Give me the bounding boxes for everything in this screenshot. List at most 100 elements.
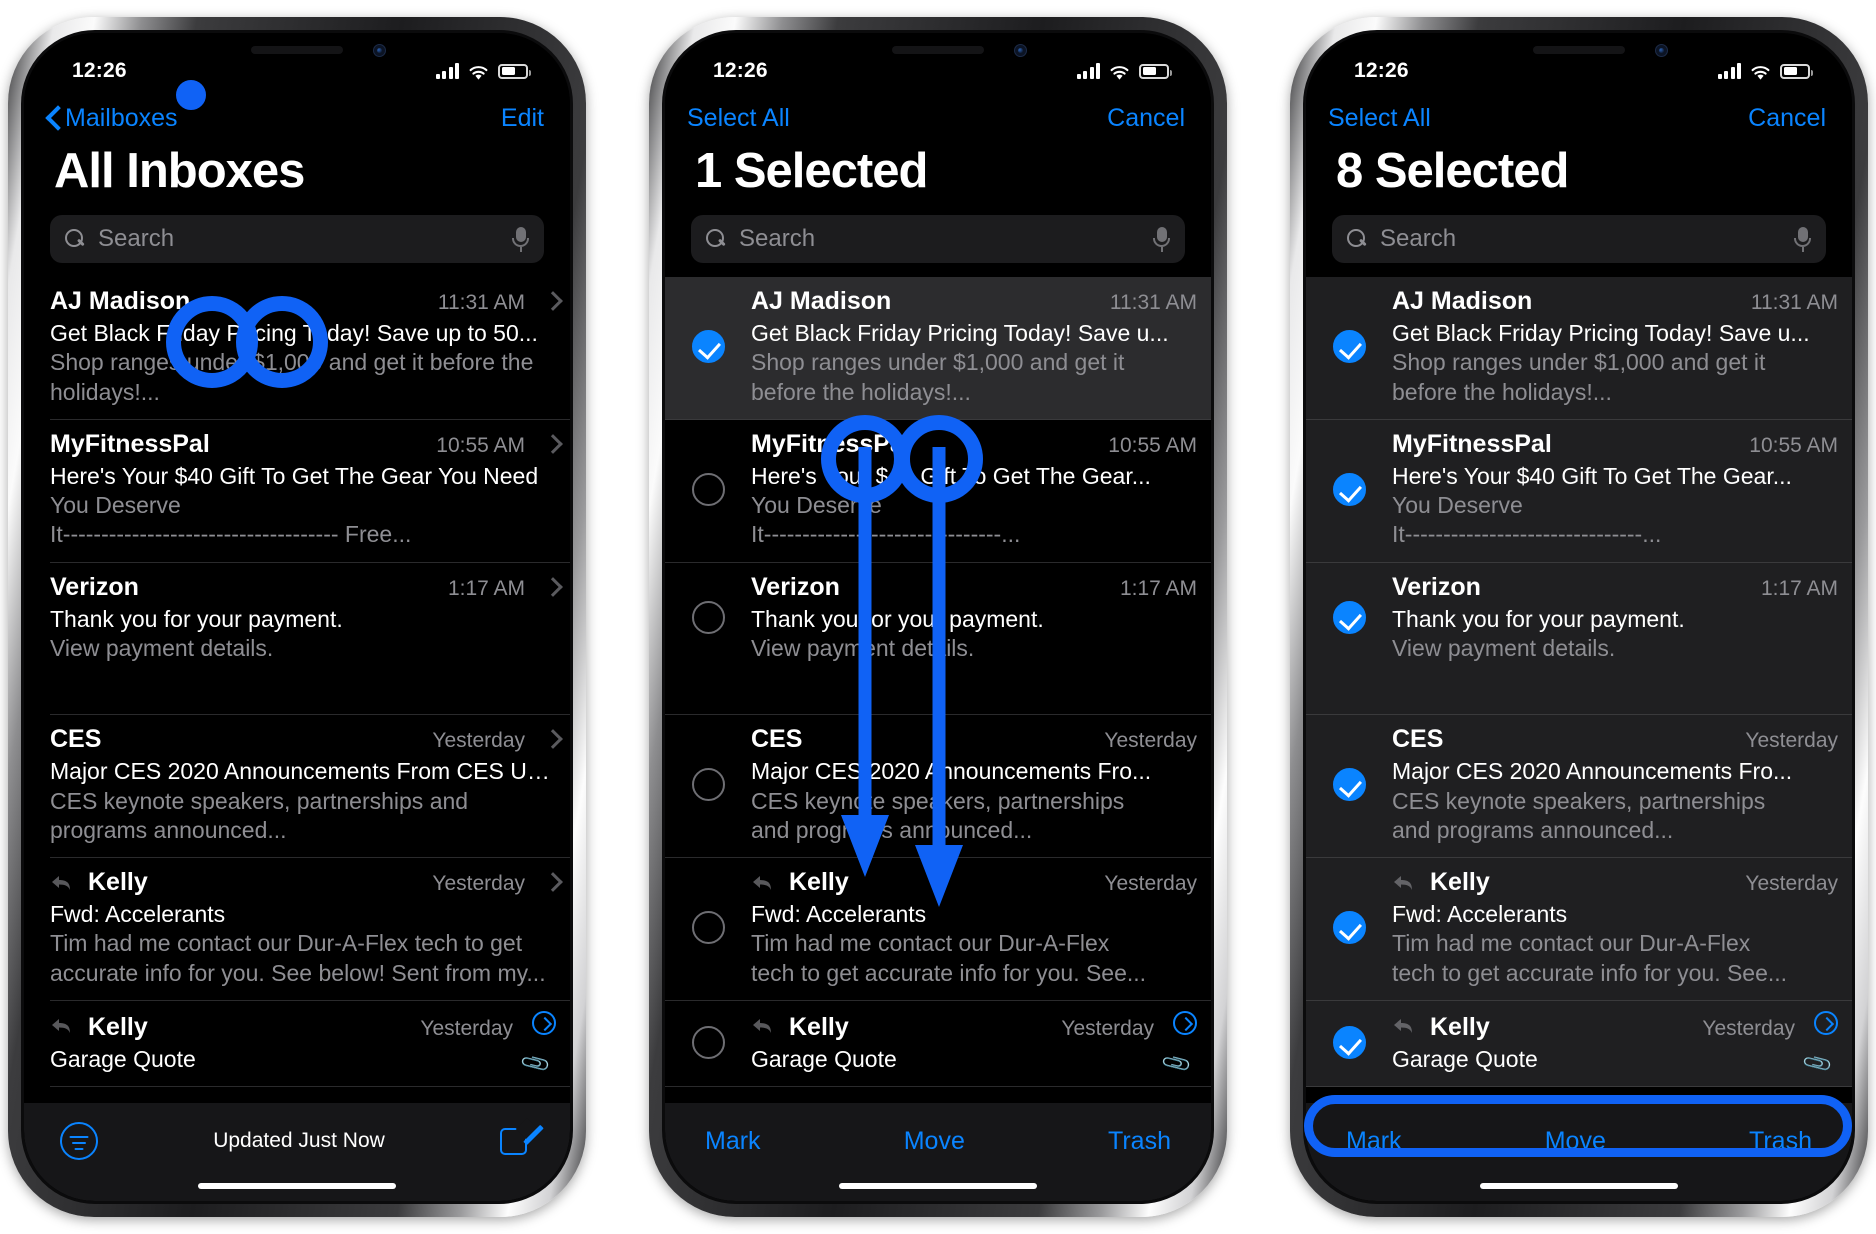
- table-row[interactable]: MyFitnessPal 10:55 AM Here's Your $40 Gi…: [50, 420, 570, 563]
- microphone-icon[interactable]: [1794, 226, 1811, 252]
- email-content: Verizon 1:17 AM Thank you for your payme…: [1392, 573, 1852, 663]
- filter-icon[interactable]: [60, 1122, 98, 1160]
- trash-button[interactable]: Trash: [1108, 1127, 1171, 1156]
- table-row[interactable]: Verizon 1:17 AM Thank you for your payme…: [50, 563, 570, 716]
- chevron-right-circle-icon: [1173, 1010, 1197, 1035]
- table-row[interactable]: Kelly Yesterday Garage Quote 📎: [1306, 1000, 1852, 1088]
- nav-bar: Select All Cancel: [665, 91, 1211, 145]
- email-sender: AJ Madison: [1392, 287, 1533, 315]
- email-sender: AJ Madison: [50, 287, 191, 315]
- table-row[interactable]: Kelly Yesterday Garage Quote 📎: [50, 1001, 570, 1088]
- home-indicator[interactable]: [1480, 1183, 1678, 1189]
- table-row[interactable]: Kelly Yesterday Fwd: Accelerants Tim had…: [50, 858, 570, 1001]
- email-sender: AJ Madison: [751, 287, 892, 315]
- email-header: Verizon 1:17 AM: [50, 573, 556, 602]
- email-preview-line2: and programs announced...: [1392, 816, 1674, 843]
- edit-button[interactable]: Edit: [501, 104, 544, 133]
- chevron-right-icon: [546, 578, 556, 595]
- email-preview-line2: holidays!...: [50, 378, 160, 405]
- home-indicator[interactable]: [839, 1183, 1037, 1189]
- email-time: 11:31 AM: [1109, 291, 1197, 314]
- phone-eight-selected: 12:26 Select All Cancel 8 Selected Searc…: [1290, 17, 1868, 1217]
- page-title: 1 Selected: [695, 144, 928, 198]
- row-checkbox[interactable]: [665, 1011, 751, 1073]
- table-row[interactable]: MyFitnessPal 10:55 AM Here's Your $40 Gi…: [1306, 419, 1852, 563]
- search-input[interactable]: Search: [691, 215, 1185, 263]
- move-button[interactable]: Move: [1545, 1127, 1606, 1156]
- table-row[interactable]: Verizon 1:17 AM Thank you for your payme…: [1306, 562, 1852, 716]
- checkmark-icon: [691, 329, 725, 363]
- table-row[interactable]: Kelly Yesterday Garage Quote 📎: [665, 1001, 1211, 1088]
- email-sender: CES: [1392, 725, 1444, 754]
- phone-eight-selected-body: 12:26 Select All Cancel 8 Selected Searc…: [1303, 30, 1855, 1204]
- email-time: 1:17 AM: [447, 576, 525, 600]
- email-header: Kelly Yesterday: [751, 1010, 1197, 1042]
- email-header: Kelly Yesterday: [1392, 1010, 1838, 1042]
- email-header: CES Yesterday: [50, 725, 556, 754]
- row-checkbox[interactable]: [1306, 1011, 1392, 1073]
- email-time: Yesterday: [1745, 729, 1838, 753]
- email-sender: Kelly: [88, 1012, 148, 1041]
- email-header: AJ Madison 11:31 AM: [50, 287, 556, 316]
- reply-arrow-icon: [1392, 874, 1414, 892]
- row-checkbox[interactable]: [665, 287, 751, 406]
- email-header: Verizon 1:17 AM: [1392, 573, 1838, 602]
- select-all-button[interactable]: Select All: [687, 104, 790, 133]
- email-subject: Get Black Friday Pricing Today! Save u..…: [751, 320, 1169, 346]
- search-input[interactable]: Search: [1332, 215, 1826, 263]
- email-preview-line2: accurate info for you. See below! Sent f…: [50, 959, 546, 986]
- email-header: AJ Madison 11:31 AM: [1392, 287, 1838, 316]
- row-checkbox[interactable]: [1306, 868, 1392, 987]
- battery-icon: [1139, 63, 1172, 79]
- move-button[interactable]: Move: [904, 1127, 965, 1156]
- checkmark-icon: [1332, 472, 1366, 506]
- page-title: 8 Selected: [1336, 144, 1569, 198]
- status-bar: 12:26: [24, 33, 570, 91]
- table-row[interactable]: CES Yesterday Major CES 2020 Announcemen…: [50, 715, 570, 859]
- search-placeholder: Search: [1380, 225, 1457, 252]
- email-preview-line1: Tim had me contact our Dur-A-Flex: [751, 930, 1110, 957]
- status-icons: [1717, 63, 1813, 80]
- search-placeholder: Search: [98, 225, 175, 252]
- row-checkbox[interactable]: [1306, 725, 1392, 844]
- microphone-icon[interactable]: [512, 226, 529, 252]
- checkmark-icon: [1332, 1025, 1366, 1059]
- table-row[interactable]: AJ Madison 11:31 AM Get Black Friday Pri…: [50, 277, 570, 420]
- status-time: 12:26: [72, 59, 127, 82]
- email-subject: Major CES 2020 Announcements Fro...: [1392, 758, 1793, 785]
- email-subject: Major CES 2020 Announcements From CES Un…: [50, 758, 556, 785]
- compose-icon[interactable]: [500, 1117, 544, 1158]
- email-content: Verizon 1:17 AM Thank you for your payme…: [50, 573, 570, 663]
- table-row[interactable]: AJ Madison 11:31 AM Get Black Friday Pri…: [1306, 277, 1852, 420]
- battery-icon: [498, 63, 531, 79]
- mark-button[interactable]: Mark: [705, 1127, 761, 1156]
- email-preview-line1: You Deserve: [50, 492, 181, 519]
- cellular-signal-icon: [1076, 63, 1100, 79]
- trash-button[interactable]: Trash: [1749, 1127, 1812, 1156]
- checkmark-icon: [1332, 911, 1366, 945]
- home-indicator[interactable]: [198, 1183, 396, 1189]
- email-subject: Get Black Friday Pricing Today! Save up …: [50, 320, 538, 346]
- email-sender: Verizon: [50, 572, 139, 601]
- email-list[interactable]: AJ Madison 11:31 AM Get Black Friday Pri…: [1306, 277, 1852, 1103]
- search-input[interactable]: Search: [50, 215, 544, 263]
- select-all-button[interactable]: Select All: [1328, 104, 1431, 133]
- email-preview-line2: tech to get accurate info for you. See..…: [751, 959, 1147, 986]
- email-list[interactable]: AJ Madison 11:31 AM Get Black Friday Pri…: [24, 277, 570, 1103]
- back-button[interactable]: Mailboxes: [46, 104, 178, 133]
- mark-button[interactable]: Mark: [1346, 1127, 1402, 1156]
- table-row[interactable]: CES Yesterday Major CES 2020 Announcemen…: [1306, 715, 1852, 859]
- email-subject: Here's Your $40 Gift To Get The Gear...: [1392, 462, 1792, 489]
- cancel-button[interactable]: Cancel: [1748, 104, 1826, 133]
- row-checkbox[interactable]: [1306, 430, 1392, 549]
- microphone-icon[interactable]: [1153, 226, 1170, 252]
- checkmark-icon: [1332, 768, 1366, 802]
- table-row[interactable]: AJ Madison 11:31 AM Get Black Friday Pri…: [665, 277, 1211, 420]
- row-checkbox[interactable]: [1306, 287, 1392, 406]
- table-row[interactable]: Kelly Yesterday Fwd: Accelerants Tim had…: [1306, 858, 1852, 1001]
- row-checkbox[interactable]: [1306, 573, 1392, 663]
- cancel-button[interactable]: Cancel: [1107, 104, 1185, 133]
- email-time: Yesterday: [1702, 1016, 1795, 1040]
- email-subject: Fwd: Accelerants: [50, 901, 226, 928]
- search-icon: [65, 228, 86, 250]
